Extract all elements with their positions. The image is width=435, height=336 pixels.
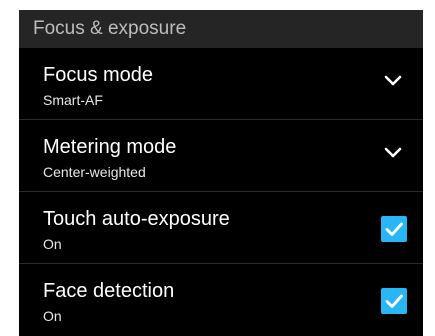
chevron-down-icon[interactable] [383,146,403,160]
setting-title: Face detection [43,280,175,302]
setting-title: Touch auto-exposure [43,208,230,230]
checkbox-checked-icon[interactable] [381,216,407,242]
setting-row-face-detection[interactable]: Face detection On [19,264,423,336]
setting-value: On [43,308,62,324]
setting-title: Focus mode [43,64,154,86]
setting-row-focus-mode[interactable]: Focus mode Smart-AF [19,48,423,120]
setting-value: On [43,236,62,252]
setting-value: Center-weighted [43,164,146,180]
setting-row-touch-auto-exposure[interactable]: Touch auto-exposure On [19,192,423,264]
setting-row-metering-mode[interactable]: Metering mode Center-weighted [19,120,423,192]
section-header-focus-exposure: Focus & exposure [19,10,423,48]
checkbox-checked-icon[interactable] [381,288,407,314]
setting-title: Metering mode [43,136,177,158]
setting-value: Smart-AF [43,92,103,108]
chevron-down-icon[interactable] [383,74,403,88]
settings-panel: Focus & exposure Focus mode Smart-AF Met… [19,10,423,336]
